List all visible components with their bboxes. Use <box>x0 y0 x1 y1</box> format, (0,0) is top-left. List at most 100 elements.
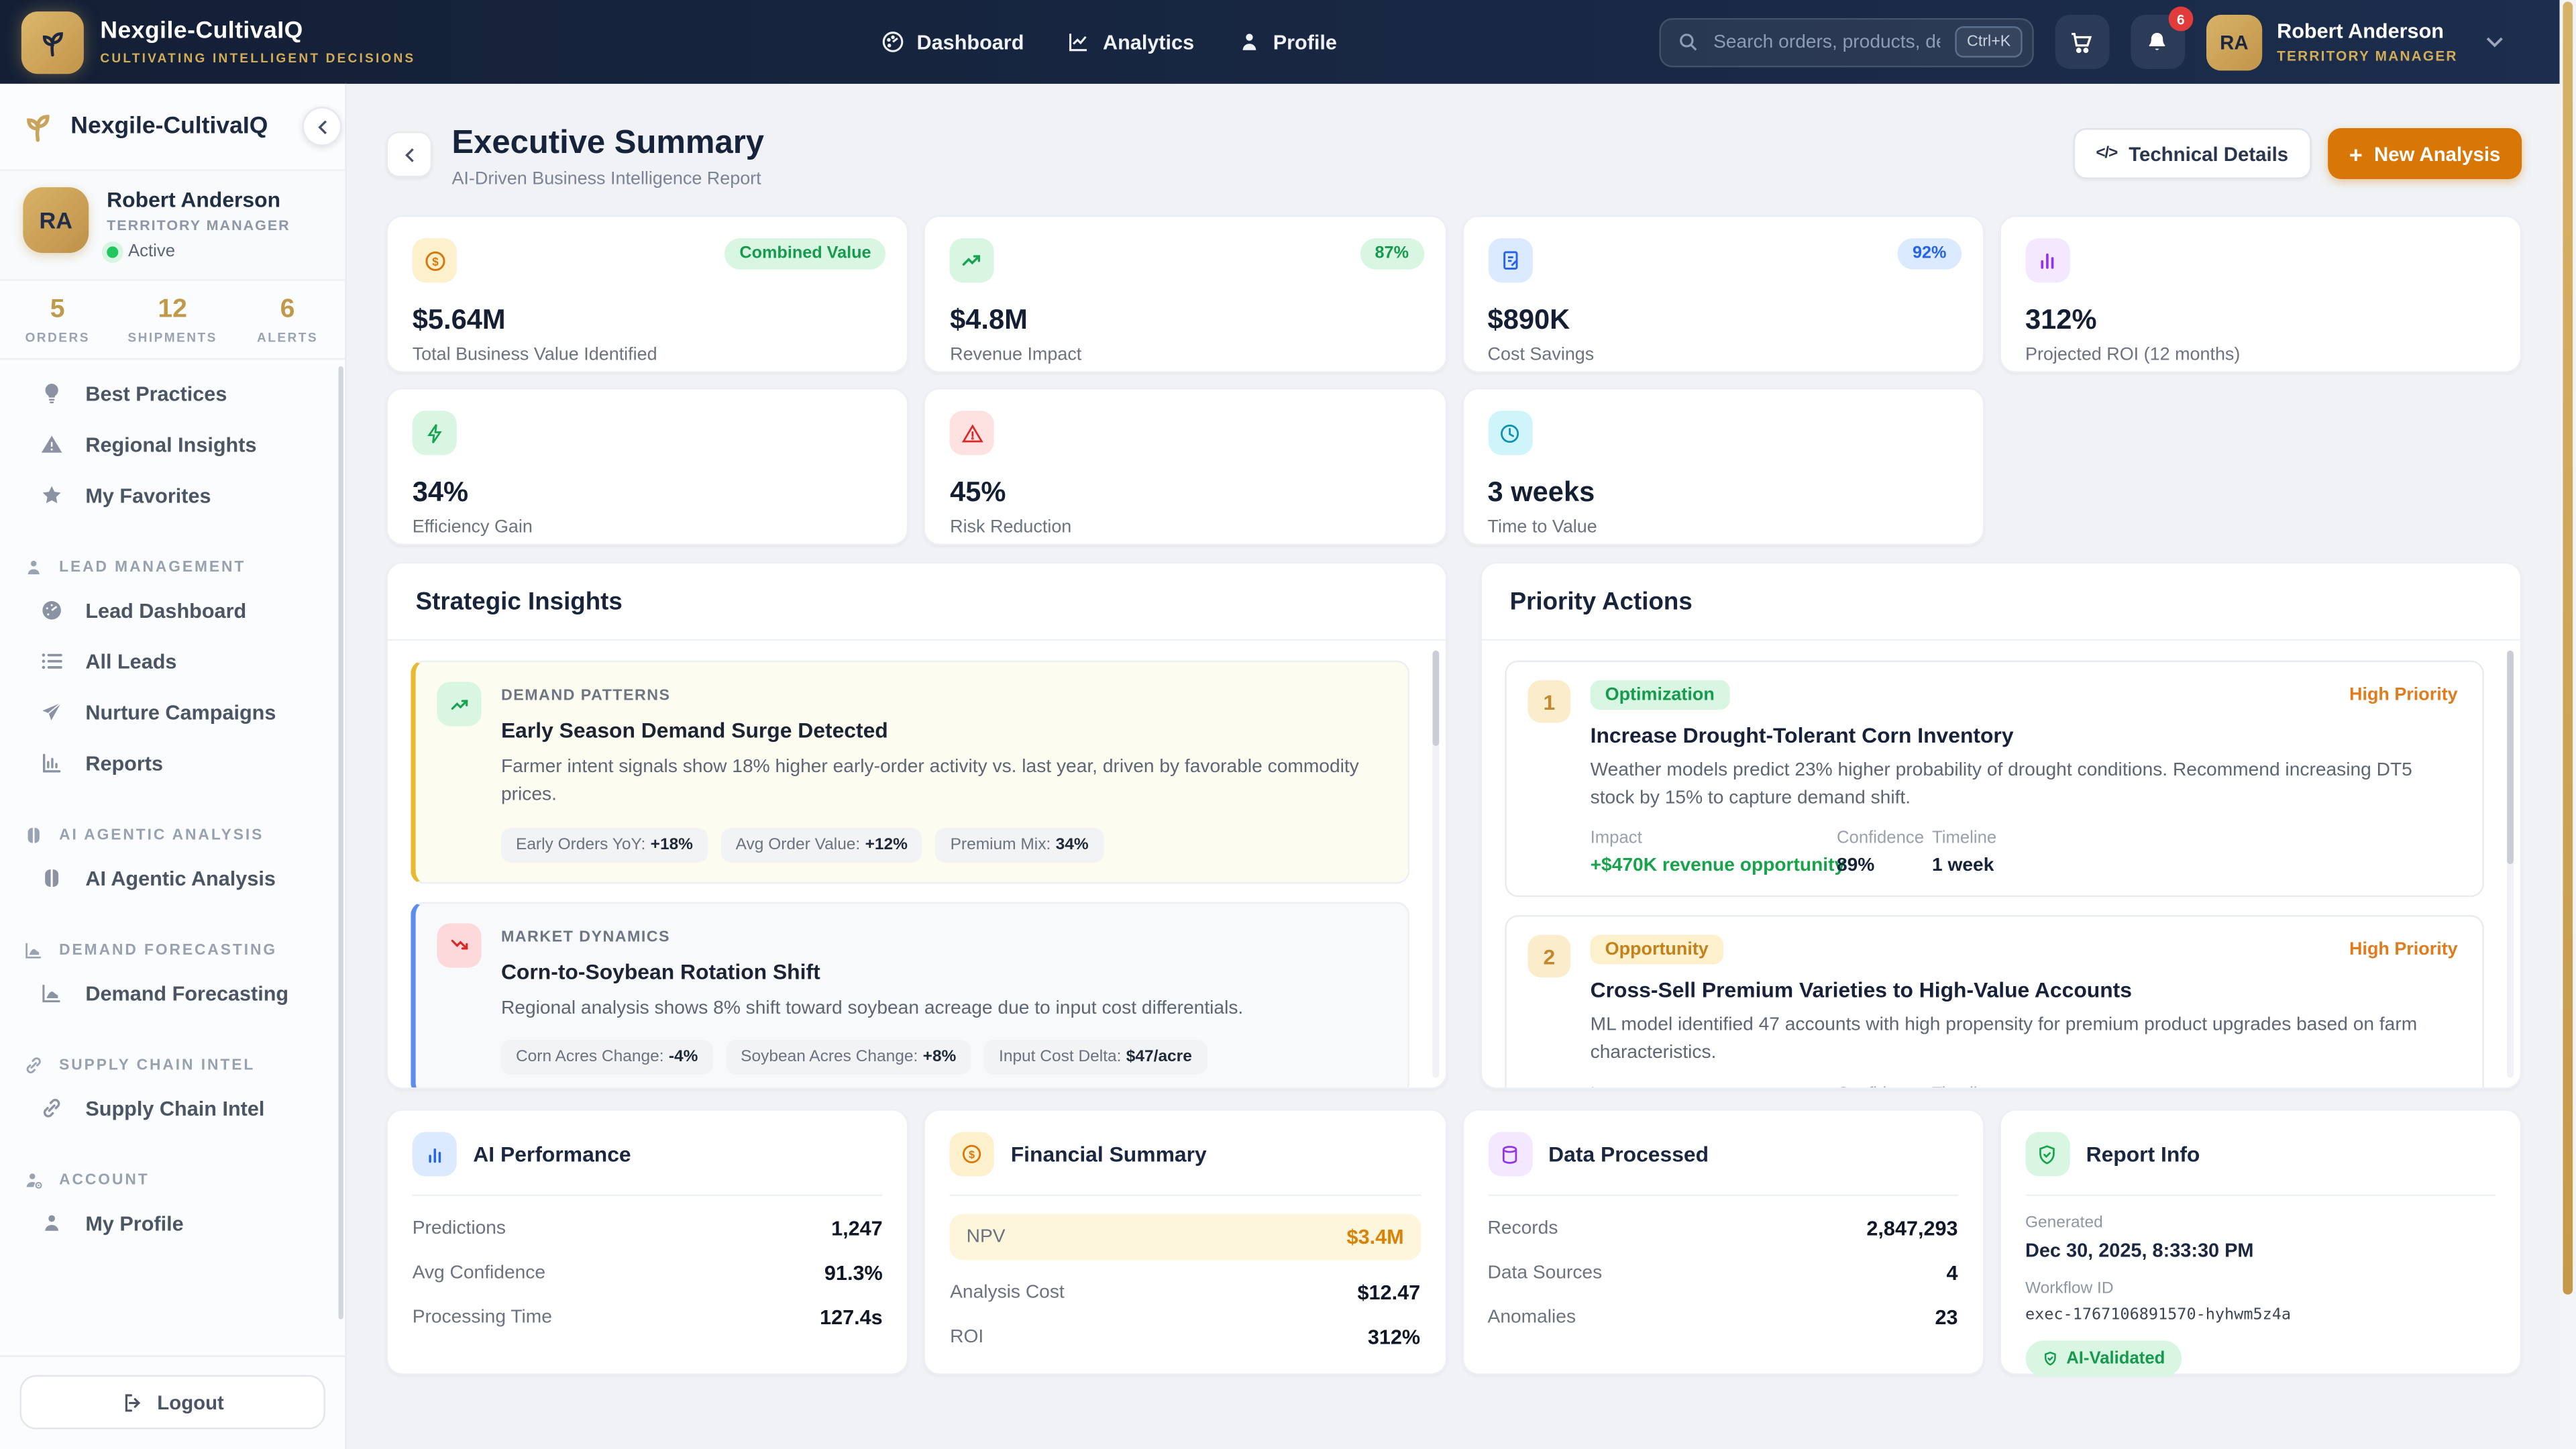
bell-icon <box>2145 29 2171 55</box>
sidebar-stats: 5 ORDERS 12 SHIPMENTS 6 ALERTS <box>0 281 345 360</box>
app-body: Nexgile-CultivaIQ RA Robert Anderson TER… <box>0 84 2560 1449</box>
nav-profile[interactable]: Profile <box>1237 30 1337 54</box>
section-ai-agentic-analysis: AI AGENTIC ANALYSIS <box>23 816 325 853</box>
sidebar-item-nurture-campaigns[interactable]: Nurture Campaigns <box>23 687 325 738</box>
search-input[interactable] <box>1710 30 1944 53</box>
sidebar-brand: Nexgile-CultivaIQ <box>0 84 345 171</box>
back-button[interactable] <box>386 131 433 178</box>
top-navbar: Nexgile-CultivaIQ CULTIVATING INTELLIGEN… <box>0 0 2560 84</box>
scrollbar-thumb[interactable] <box>2507 651 2514 864</box>
main-nav: Dashboard Analytics Profile <box>881 0 1337 84</box>
link-icon <box>23 1054 44 1075</box>
sidebar-collapse-button[interactable] <box>303 107 342 146</box>
action-number: 2 <box>1528 935 1571 978</box>
plus-icon: + <box>2349 142 2363 165</box>
action-title: Cross-Sell Premium Varieties to High-Val… <box>1591 978 2458 1003</box>
sidebar-item-my-favorites[interactable]: My Favorites <box>23 470 325 521</box>
metric-cards-row-1: $ Combined Value $5.64M Total Business V… <box>386 215 2522 373</box>
stat-row: Processing Time 127.4s <box>413 1306 883 1329</box>
technical-details-button[interactable]: </> Technical Details <box>2073 128 2311 179</box>
sidebar-item-reports[interactable]: Reports <box>23 738 325 789</box>
sidebar-item-all-leads[interactable]: All Leads <box>23 636 325 687</box>
section-supply-chain-intel: SUPPLY CHAIN INTEL <box>23 1046 325 1083</box>
metric-revenue-impact: 87% $4.8M Revenue Impact <box>924 215 1446 373</box>
timeline-label: Timeline <box>1932 828 2458 848</box>
metric-badge: 92% <box>1898 238 1962 270</box>
link-icon <box>40 1095 64 1120</box>
lightbulb-icon <box>40 381 64 406</box>
card-title: AI Performance <box>473 1142 631 1167</box>
cart-button[interactable] <box>2055 15 2109 69</box>
sprout-icon <box>19 109 56 145</box>
panel-title: Strategic Insights <box>388 564 1446 641</box>
sidebar-item-demand-forecasting[interactable]: Demand Forecasting <box>23 967 325 1018</box>
insight-market-dynamics: MARKET DYNAMICS Corn-to-Soybean Rotation… <box>411 901 1409 1087</box>
data-processed-card: Data Processed Records 2,847,293 Data So… <box>1461 1109 1984 1375</box>
star-icon <box>40 483 64 508</box>
nav-analytics[interactable]: Analytics <box>1067 30 1194 54</box>
strategic-insights-list[interactable]: DEMAND PATTERNS Early Season Demand Surg… <box>388 641 1446 1087</box>
nav-dashboard[interactable]: Dashboard <box>881 30 1024 54</box>
logout-button[interactable]: Logout <box>19 1375 325 1430</box>
brain-icon <box>23 824 44 845</box>
timeline-label: Timeline <box>1932 1084 2458 1088</box>
page-scrollbar-thumb[interactable] <box>2563 1 2573 1294</box>
insight-demand-patterns: DEMAND PATTERNS Early Season Demand Surg… <box>411 660 1409 883</box>
impact-value: +$470K revenue opportunity <box>1591 857 1837 876</box>
strategic-insights-panel: Strategic Insights DEMAND PATTERNS Early… <box>386 562 1448 1089</box>
user-menu[interactable]: RA Robert Anderson TERRITORY MANAGER <box>2206 14 2504 70</box>
sidebar-item-regional-insights[interactable]: Regional Insights <box>23 419 325 470</box>
sidebar-item-best-practices[interactable]: Best Practices <box>23 368 325 419</box>
priority-actions-list[interactable]: 1 Optimization High Priority Increase Dr… <box>1482 641 2520 1087</box>
section-demand-forecasting: DEMAND FORECASTING <box>23 932 325 968</box>
priority-label: High Priority <box>2349 941 2458 960</box>
sidebar-item-lead-dashboard[interactable]: Lead Dashboard <box>23 585 325 636</box>
metric-badge: 87% <box>1360 238 1424 270</box>
scrollbar-thumb[interactable] <box>1433 651 1440 746</box>
timeline-value: 1 week <box>1932 857 2458 876</box>
avatar: RA <box>23 187 89 253</box>
cart-icon <box>2069 29 2095 55</box>
user-role: TERRITORY MANAGER <box>107 217 290 233</box>
card-title: Financial Summary <box>1011 1142 1207 1167</box>
sidebar-item-supply-chain-intel[interactable]: Supply Chain Intel <box>23 1083 325 1134</box>
page-scrollbar[interactable] <box>2560 0 2576 1449</box>
metric-risk-reduction: 45% Risk Reduction <box>924 388 1446 545</box>
sidebar-item-ai-agentic-analysis[interactable]: AI Agentic Analysis <box>23 853 325 904</box>
global-search[interactable]: Ctrl+K <box>1659 17 2033 66</box>
status: Active <box>107 241 290 261</box>
sidebar-scrollbar[interactable] <box>337 366 343 1319</box>
metric-label: Revenue Impact <box>950 345 1420 364</box>
gauge-icon <box>40 598 64 623</box>
user-name: Robert Anderson <box>2277 20 2458 44</box>
brand: Nexgile-CultivaIQ CULTIVATING INTELLIGEN… <box>21 11 416 73</box>
user-icon <box>40 1211 64 1236</box>
panel-title: Priority Actions <box>1482 564 2520 641</box>
trend-up-icon <box>950 238 994 282</box>
users-icon <box>23 556 44 578</box>
action-number: 1 <box>1528 680 1571 723</box>
forecast-chart-icon <box>23 939 44 961</box>
metric-value: $5.64M <box>413 304 883 337</box>
lightning-icon <box>413 411 457 455</box>
stat-row: Anomalies 23 <box>1488 1306 1958 1329</box>
sidebar-item-my-profile[interactable]: My Profile <box>23 1197 325 1248</box>
metric-label: Cost Savings <box>1488 345 1958 364</box>
priority-actions-panel: Priority Actions 1 Optimization High Pri… <box>1481 562 2522 1089</box>
notification-count-badge: 6 <box>2168 7 2193 32</box>
card-title: Data Processed <box>1548 1142 1709 1167</box>
stat-alerts: 6 ALERTS <box>230 296 345 345</box>
status-dot <box>107 246 118 257</box>
metric-value: $4.8M <box>950 304 1420 337</box>
new-analysis-button[interactable]: + New Analysis <box>2328 128 2522 179</box>
card-title: Report Info <box>2086 1142 2200 1167</box>
metric-value: 312% <box>2025 304 2496 337</box>
clock-icon <box>1488 411 1532 455</box>
notifications-button[interactable]: 6 <box>2131 15 2185 69</box>
confidence-label: Confidence <box>1837 828 1932 848</box>
stat-row: Data Sources 4 <box>1488 1262 1958 1285</box>
chevron-down-icon <box>2485 36 2504 48</box>
code-icon: </> <box>2096 145 2117 163</box>
action-1: 1 Optimization High Priority Increase Dr… <box>1505 660 2484 897</box>
metric-label: Total Business Value Identified <box>413 345 883 364</box>
